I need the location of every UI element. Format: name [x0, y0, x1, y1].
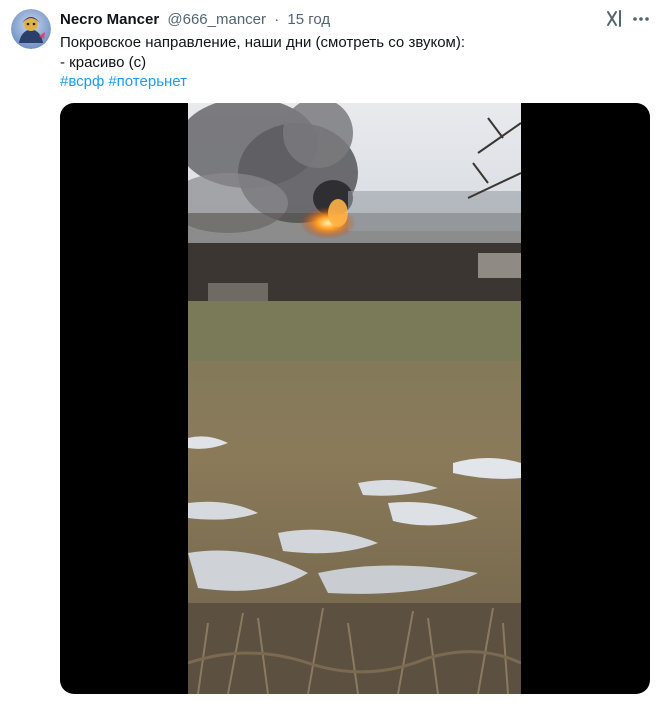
- hashtag-list: #всрф #потерьнет: [60, 72, 187, 92]
- separator-dot: ·: [274, 11, 280, 28]
- hashtag-link[interactable]: #всрф: [60, 73, 104, 90]
- more-icon[interactable]: [630, 9, 652, 29]
- video-player[interactable]: [60, 103, 650, 694]
- display-name[interactable]: Necro Mancer: [60, 11, 159, 28]
- avatar[interactable]: [11, 9, 51, 49]
- tweet-text-line-1: Покровское направление, наши дни (смотре…: [60, 34, 466, 51]
- avatar-image: [11, 9, 51, 49]
- tweet-header: Necro Mancer @666_mancer · 15 год: [60, 10, 589, 30]
- tweet-card: Necro Mancer @666_mancer · 15 год Покров…: [0, 0, 659, 705]
- grok-icon[interactable]: [604, 9, 626, 29]
- timestamp[interactable]: 15 год: [287, 11, 330, 28]
- user-handle[interactable]: @666_mancer: [167, 11, 266, 28]
- tweet-text: Покровское направление, наши дни (смотре…: [60, 33, 645, 72]
- hashtag-link[interactable]: #потерьнет: [108, 73, 187, 90]
- tweet-text-line-2: - красиво (с): [60, 53, 147, 71]
- video-frame: [188, 103, 521, 694]
